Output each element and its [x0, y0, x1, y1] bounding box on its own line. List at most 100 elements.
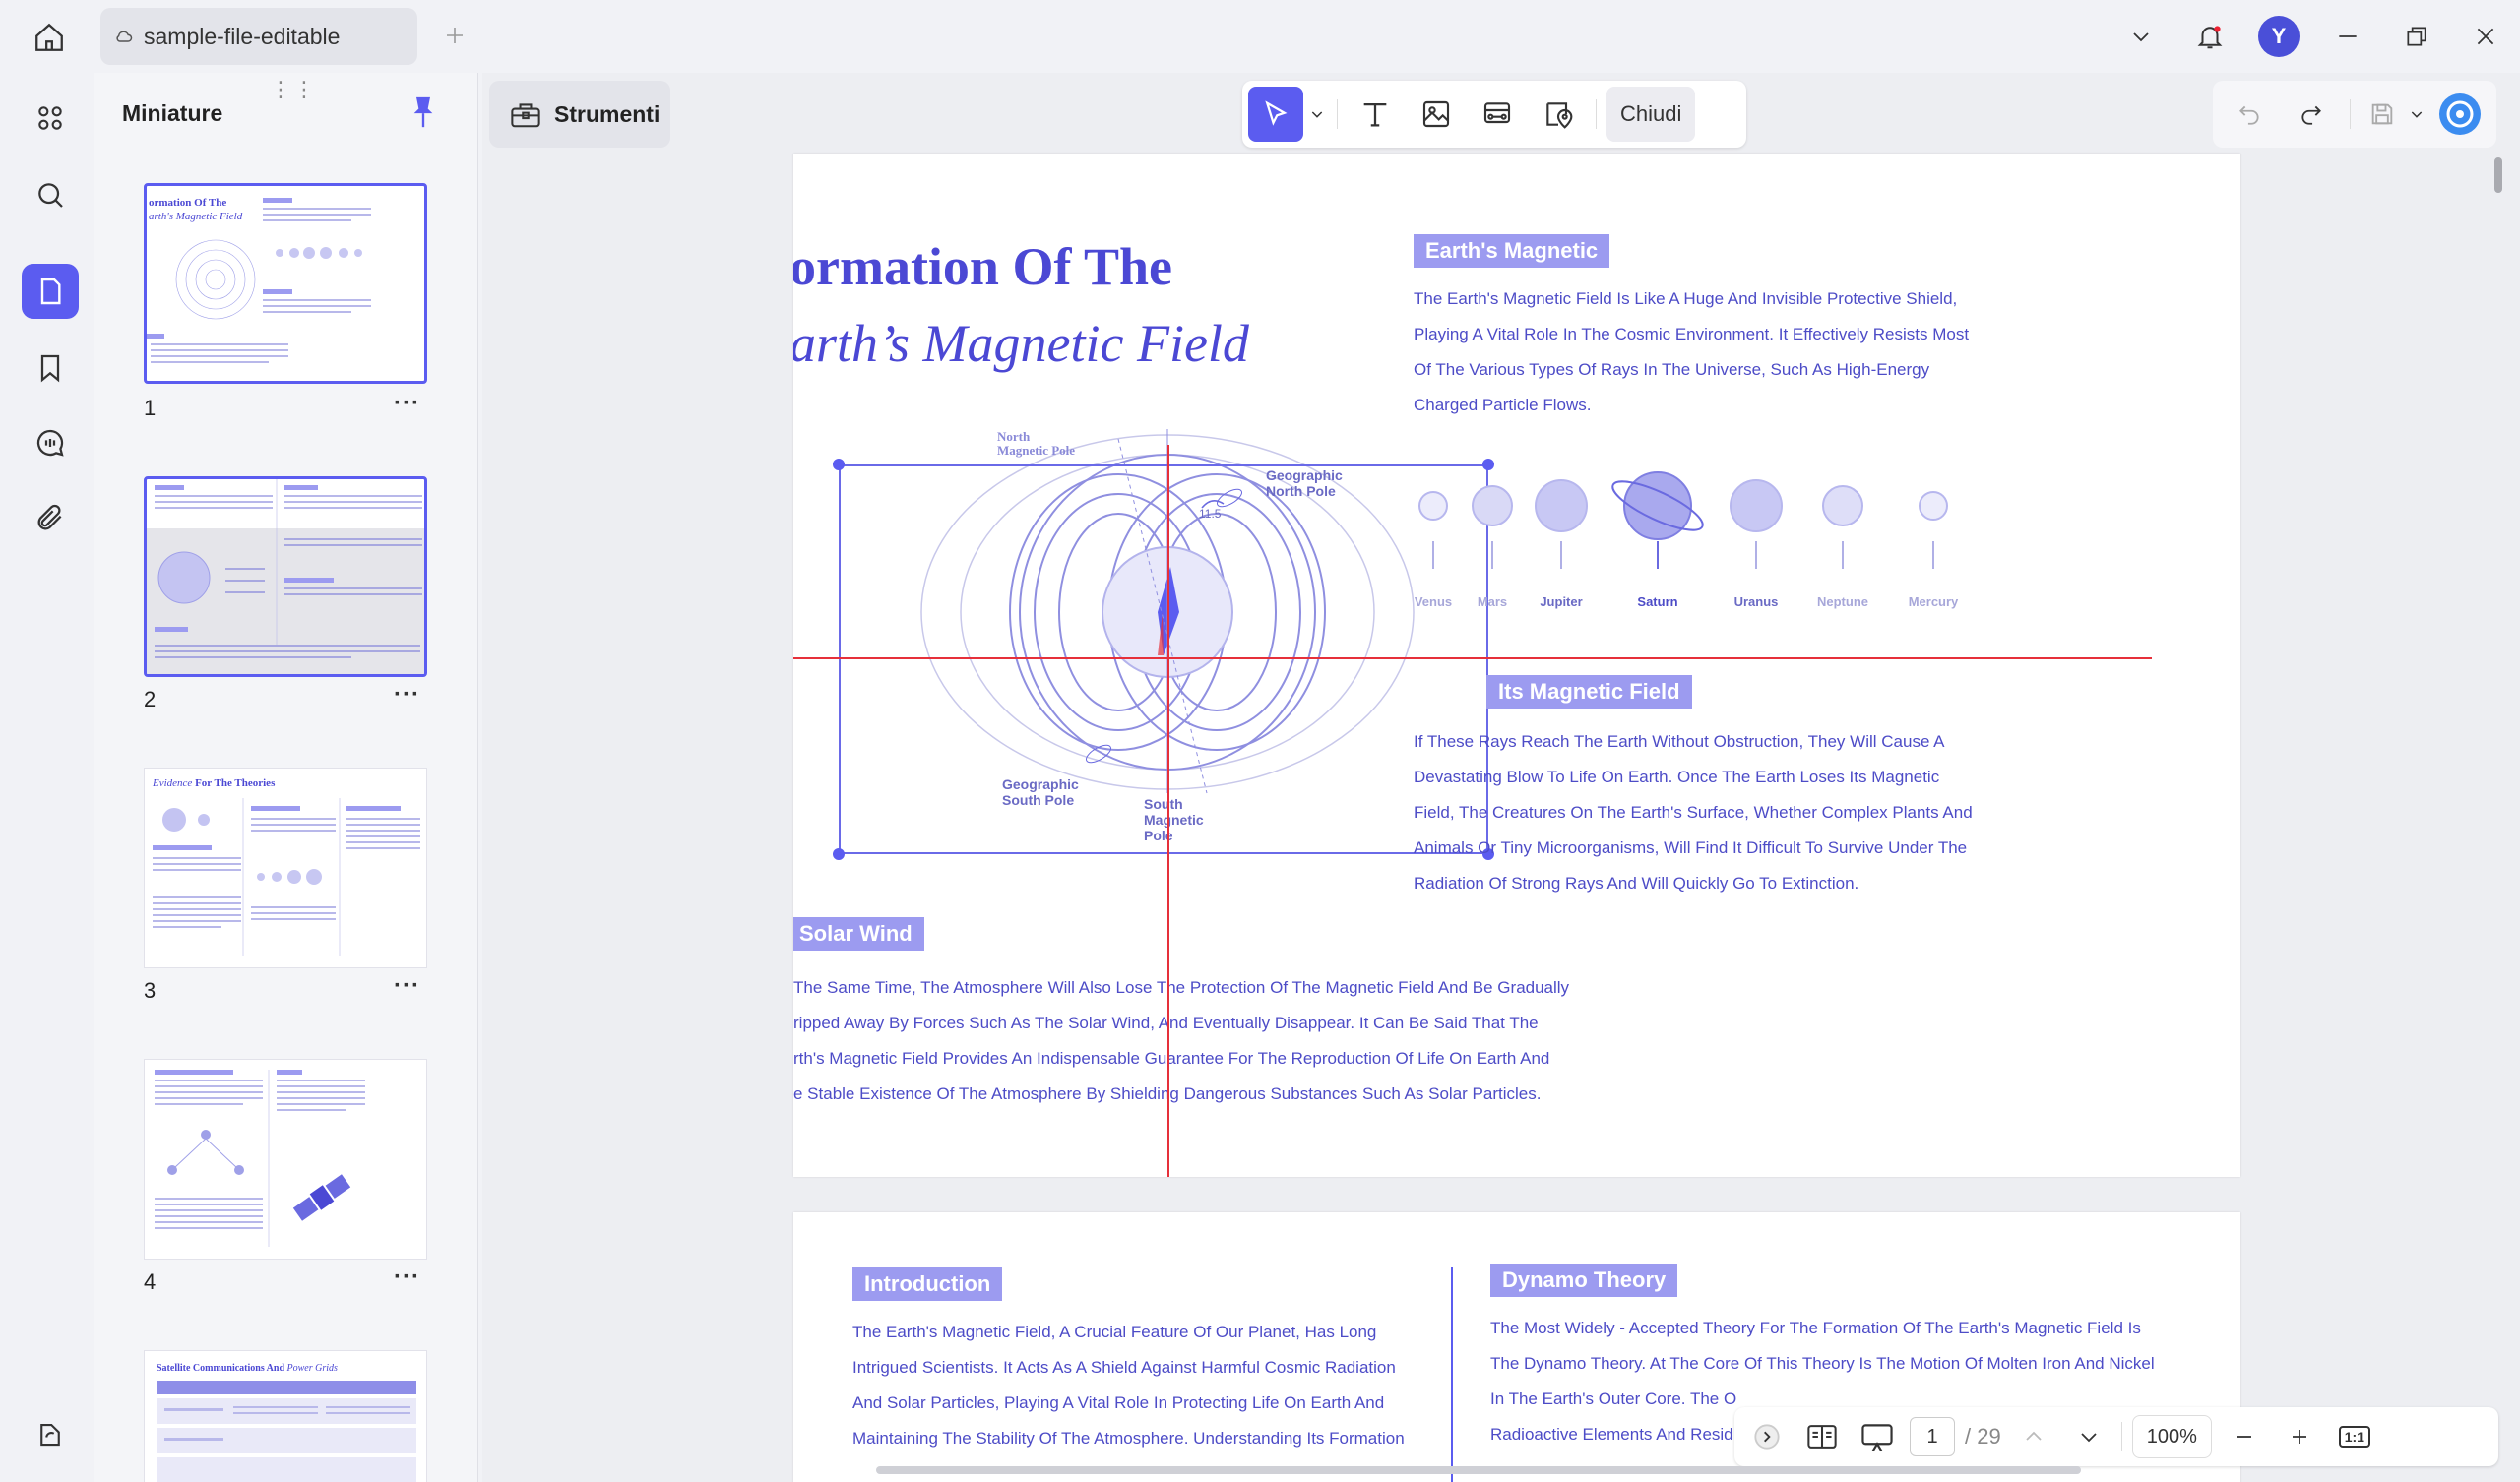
previous-page-button[interactable] — [2011, 1414, 2056, 1459]
notifications-button[interactable] — [2175, 14, 2244, 59]
selection-box[interactable] — [839, 464, 1488, 854]
actual-size-button[interactable]: 1:1 — [2332, 1414, 2377, 1459]
bookmarks-button[interactable] — [22, 340, 79, 396]
close-window-button[interactable] — [2451, 14, 2520, 59]
ai-assistant-button[interactable] — [2432, 87, 2487, 142]
text-line: The Same Time, The Atmosphere Will Also … — [793, 978, 1570, 997]
vertical-alignment-guide — [1167, 445, 1169, 1177]
page-layout-button[interactable] — [1799, 1414, 1845, 1459]
resize-handle[interactable] — [833, 459, 845, 470]
svg-text:Evidence For The Theories: Evidence For The Theories — [152, 777, 276, 789]
link-tool-button[interactable] — [1470, 87, 1525, 142]
history-toolbar — [2213, 81, 2496, 148]
thumbnail-page-4[interactable] — [144, 1059, 427, 1260]
document-page-1[interactable]: ormation Of The arth’s Magnetic Field Ea… — [793, 154, 2240, 1177]
presentation-button[interactable] — [1855, 1414, 1900, 1459]
current-page-input[interactable]: 1 — [1910, 1417, 1955, 1456]
text-line: The Earth's Magnetic Field Is Like A Hug… — [1414, 289, 1958, 308]
thumbnail-page-2-number: 2 — [144, 687, 157, 711]
zoom-in-button[interactable] — [2277, 1414, 2322, 1459]
thumbnail-page-4-more-button[interactable]: ··· — [394, 1264, 420, 1291]
resize-handle[interactable] — [833, 848, 845, 860]
svg-text:arth's Magnetic Field: arth's Magnetic Field — [149, 211, 243, 222]
theme-button[interactable] — [22, 1407, 79, 1462]
cloud-icon — [116, 31, 133, 42]
thumbnail-page-1-more-button[interactable]: ··· — [394, 390, 420, 417]
close-edit-button[interactable]: Chiudi — [1606, 87, 1696, 142]
thumbnail-page-3-more-button[interactable]: ··· — [394, 972, 420, 1000]
thumbnail-page-1-preview: ormation Of The arth's Magnetic Field — [147, 197, 371, 363]
planet-label-jupiter: Jupiter — [1540, 594, 1583, 609]
toolbox-icon — [511, 103, 540, 128]
document-tab[interactable]: sample-file-editable — [100, 8, 417, 65]
thumbnail-page-3-title-b: For The Theories — [195, 777, 276, 789]
section-tag-solar-wind: Solar Wind — [793, 917, 924, 951]
text-line: The Earth's Magnetic Field, A Crucial Fe… — [852, 1323, 1377, 1341]
section-tag-magnetic-field: Its Magnetic Field — [1486, 675, 1692, 709]
thumbnail-page-3[interactable]: Evidence For The Theories — [144, 768, 427, 968]
select-tool-dropdown[interactable] — [1309, 106, 1327, 122]
thumbnail-page-4-number: 4 — [144, 1269, 157, 1294]
comments-button[interactable] — [22, 415, 79, 470]
minimize-button[interactable] — [2313, 14, 2382, 59]
watermark-tool-button[interactable] — [1531, 87, 1586, 142]
minimize-icon — [2339, 35, 2357, 37]
text-line: Maintaining The Stability Of The Atmosph… — [852, 1429, 1405, 1448]
section-tag-introduction: Introduction — [852, 1267, 1003, 1301]
pin-panel-button[interactable] — [410, 94, 439, 130]
save-button[interactable] — [2362, 87, 2401, 142]
thumbnail-page-1[interactable]: ormation Of The arth's Magnetic Field — [144, 183, 427, 384]
page-title-line-2: arth’s Magnetic Field — [793, 314, 1249, 373]
vertical-scrollbar[interactable] — [2494, 157, 2502, 193]
redo-button[interactable] — [2285, 87, 2339, 142]
tools-button-label: Strumenti — [554, 100, 661, 127]
panel-drag-handle[interactable]: ⋮⋮ — [270, 77, 317, 102]
restore-icon — [2407, 27, 2426, 46]
cursor-icon — [1265, 100, 1288, 126]
search-button[interactable] — [22, 167, 79, 222]
thumbnails-panel: ⋮⋮ Miniature ormation Of The arth's Magn… — [94, 73, 478, 1482]
zoom-out-button[interactable] — [2222, 1414, 2267, 1459]
thumbnail-page-2-more-button[interactable]: ··· — [394, 681, 420, 709]
select-tool-button[interactable] — [1248, 87, 1303, 142]
planet-label-mars: Mars — [1477, 594, 1508, 609]
tabs-dropdown-button[interactable] — [2107, 14, 2175, 59]
add-tab-button[interactable] — [439, 20, 471, 51]
section-solar-wind-text: The Same Time, The Atmosphere Will Also … — [793, 970, 1581, 1112]
save-icon — [2371, 103, 2393, 125]
page-icon — [40, 278, 61, 305]
planets-illustration — [1418, 471, 1948, 569]
thumbnail-page-3-number: 3 — [144, 978, 157, 1003]
restore-button[interactable] — [2382, 14, 2451, 59]
text-line: Devastating Blow To Life On Earth. Once … — [1414, 768, 1940, 786]
plus-icon — [447, 28, 463, 43]
horizontal-scrollbar[interactable] — [876, 1466, 2081, 1474]
close-icon — [2477, 28, 2494, 45]
attachments-button[interactable] — [22, 490, 79, 545]
edit-toolbar: Chiudi — [1242, 81, 1746, 148]
text-tool-button[interactable] — [1348, 87, 1403, 142]
location-pin-icon — [1546, 102, 1573, 129]
section-tag-dynamo-theory: Dynamo Theory — [1490, 1264, 1678, 1297]
section-tag-earths-magnetic: Earth's Magnetic — [1414, 234, 1610, 268]
thumbnail-page-2[interactable] — [144, 476, 427, 677]
user-avatar[interactable]: Y — [2258, 16, 2300, 57]
thumbnails-button[interactable] — [22, 264, 79, 319]
save-dropdown[interactable] — [2409, 106, 2425, 122]
expand-bar-button[interactable] — [1744, 1414, 1790, 1459]
undo-button[interactable] — [2223, 87, 2277, 142]
apps-button[interactable] — [22, 91, 79, 146]
tools-button[interactable]: Strumenti — [489, 81, 670, 148]
chevron-down-icon — [2412, 111, 2423, 118]
home-button[interactable] — [28, 18, 71, 57]
document-tab-title: sample-file-editable — [144, 23, 341, 49]
thumbnail-page-3-preview: Evidence For The Theories — [152, 777, 420, 956]
image-tool-button[interactable] — [1409, 87, 1464, 142]
zoom-level[interactable]: 100% — [2131, 1415, 2212, 1458]
book-icon — [1807, 1425, 1837, 1449]
thumbnail-page-5[interactable]: Satellite Communications And Power Grids — [144, 1350, 427, 1482]
thumbnail-page-4-preview — [155, 1070, 365, 1247]
bell-icon — [2197, 26, 2223, 49]
total-pages: / 29 — [1965, 1424, 2001, 1449]
next-page-button[interactable] — [2066, 1414, 2111, 1459]
